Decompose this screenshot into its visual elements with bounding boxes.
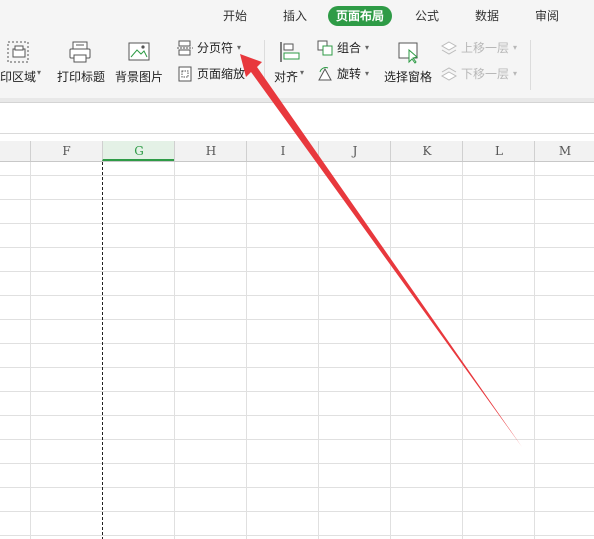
formula-bar[interactable]: [0, 103, 594, 134]
image-icon: [127, 40, 151, 64]
tab-data[interactable]: 数据: [467, 6, 507, 26]
group-icon: [317, 40, 333, 56]
tab-formulas[interactable]: 公式: [407, 6, 447, 26]
group-button[interactable]: 组合 ▾: [317, 38, 377, 58]
background-image-label: 背景图片: [115, 70, 164, 84]
column-header-row: F G H I J K L M: [0, 141, 594, 162]
print-area-button[interactable]: 印区域 ▾: [0, 36, 48, 92]
chevron-down-icon: ▾: [513, 69, 518, 78]
tab-page-layout[interactable]: 页面布局: [328, 6, 392, 26]
selection-pane-icon: [397, 40, 421, 64]
selection-pane-label: 选择窗格: [384, 70, 433, 84]
print-titles-button[interactable]: 打印标题: [55, 36, 107, 92]
bring-forward-icon: [441, 40, 457, 56]
page-zoom-label: 页面缩放: [197, 67, 246, 81]
print-titles-icon: [68, 40, 92, 64]
bring-forward-button[interactable]: 上移一层 ▾: [441, 38, 525, 58]
tab-home[interactable]: 开始: [215, 6, 255, 26]
page-break-button[interactable]: 分页符 ▾: [177, 38, 247, 58]
send-backward-button[interactable]: 下移一层 ▾: [441, 64, 525, 84]
tab-insert[interactable]: 插入: [275, 6, 315, 26]
align-icon: [278, 40, 302, 64]
column-header-g[interactable]: G: [102, 141, 175, 161]
page-zoom-icon: [177, 66, 193, 82]
column-header-j[interactable]: J: [318, 141, 391, 161]
chevron-down-icon: ▾: [37, 68, 42, 77]
rotate-icon: [317, 66, 333, 82]
column-header-i[interactable]: I: [246, 141, 319, 161]
column-header-k[interactable]: K: [390, 141, 463, 161]
group-label: 组合: [337, 41, 362, 55]
column-header-h[interactable]: H: [174, 141, 247, 161]
rotate-button[interactable]: 旋转 ▾: [317, 64, 377, 84]
chevron-down-icon: ▾: [237, 43, 242, 52]
align-label: 对齐: [274, 70, 299, 84]
page-break-icon: [177, 40, 193, 56]
send-backward-label: 下移一层: [461, 67, 510, 81]
grid-lines: [0, 162, 594, 539]
ribbon-tabs: 开始 插入 页面布局 公式 数据 审阅: [0, 0, 594, 32]
column-header-f[interactable]: F: [30, 141, 102, 161]
selection-pane-button[interactable]: 选择窗格: [382, 36, 436, 92]
print-area-icon: [6, 40, 30, 64]
chevron-down-icon: ▾: [513, 43, 518, 52]
background-image-button[interactable]: 背景图片: [113, 36, 165, 92]
chevron-down-icon: ▾: [365, 69, 370, 78]
rotate-label: 旋转: [337, 67, 362, 81]
column-header-l[interactable]: L: [462, 141, 535, 161]
tab-review[interactable]: 审阅: [527, 6, 567, 26]
print-titles-label: 打印标题: [57, 70, 106, 84]
column-header-m[interactable]: M: [534, 141, 594, 161]
send-backward-icon: [441, 66, 457, 82]
bring-forward-label: 上移一层: [461, 41, 510, 55]
separator: [530, 40, 531, 90]
chevron-down-icon: ▾: [300, 68, 305, 77]
chevron-down-icon: ▾: [365, 43, 370, 52]
cell-grid[interactable]: [0, 162, 594, 539]
ribbon: 开始 插入 页面布局 公式 数据 审阅 印区域 ▾ 打印标题 背景图片 分页符 …: [0, 0, 594, 102]
print-area-label: 印区域: [0, 70, 37, 84]
separator: [264, 40, 265, 90]
page-zoom-button[interactable]: 页面缩放: [177, 64, 257, 84]
page-break-label: 分页符: [197, 41, 234, 55]
align-button[interactable]: 对齐 ▾: [270, 36, 314, 92]
